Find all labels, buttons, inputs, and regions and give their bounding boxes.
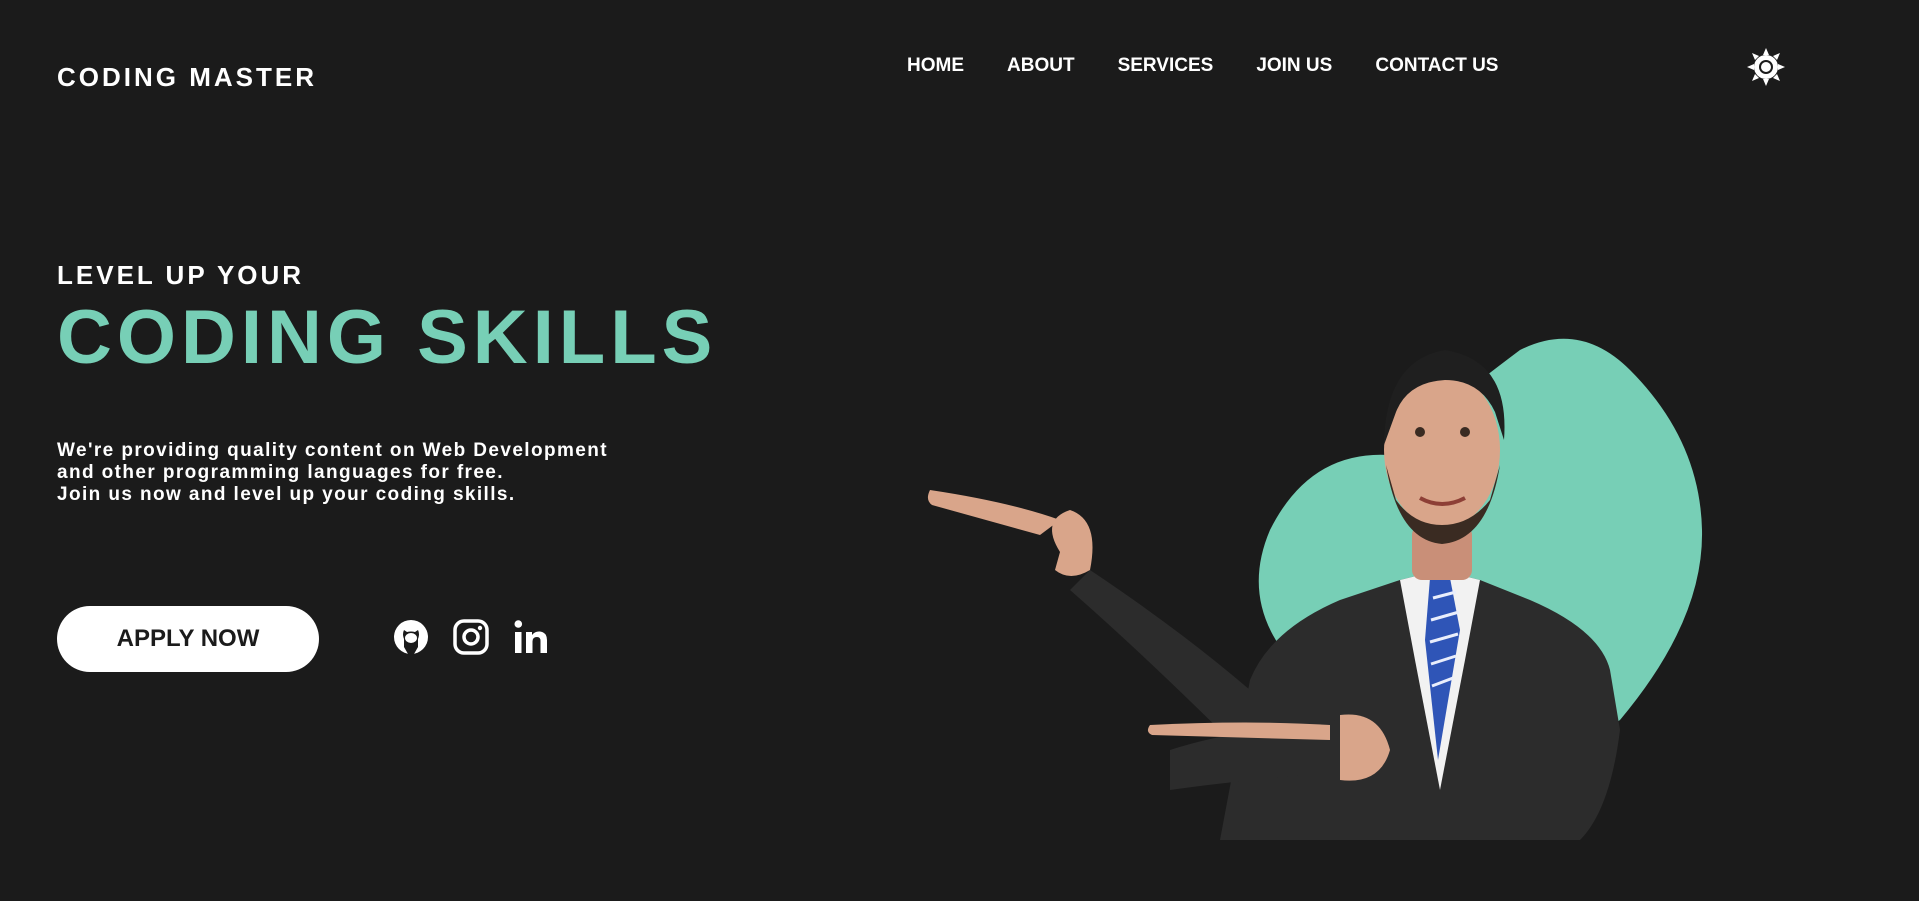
hero-kicker: LEVEL UP YOUR <box>57 260 305 290</box>
linkedin-link[interactable] <box>512 618 550 656</box>
social-links <box>392 618 550 656</box>
main-nav: HOME ABOUT SERVICES JOIN US CONTACT US <box>907 55 1498 77</box>
linkedin-icon <box>514 620 547 653</box>
nav-contact-us[interactable]: CONTACT US <box>1375 55 1498 77</box>
hero-headline: CODING SKILLS <box>57 295 718 380</box>
instagram-icon <box>453 619 489 655</box>
github-icon <box>394 620 428 654</box>
sun-icon <box>1747 48 1785 86</box>
hero-illustration <box>927 338 1703 840</box>
hero-description-line: Join us now and level up your coding ski… <box>57 484 516 505</box>
github-link[interactable] <box>392 618 430 656</box>
nav-home[interactable]: HOME <box>907 55 964 77</box>
hero-description-line: and other programming languages for free… <box>57 462 504 483</box>
nav-services[interactable]: SERVICES <box>1118 55 1214 77</box>
apply-now-button[interactable]: APPLY NOW <box>57 606 319 672</box>
hero-description-line: We're providing quality content on Web D… <box>57 440 608 461</box>
nav-about[interactable]: ABOUT <box>1007 55 1075 77</box>
nav-join-us[interactable]: JOIN US <box>1256 55 1332 77</box>
brand-logo[interactable]: CODING MASTER <box>57 62 317 93</box>
instagram-link[interactable] <box>452 618 490 656</box>
hero-description: We're providing quality content on Web D… <box>57 440 608 506</box>
theme-toggle-button[interactable] <box>1746 47 1786 87</box>
